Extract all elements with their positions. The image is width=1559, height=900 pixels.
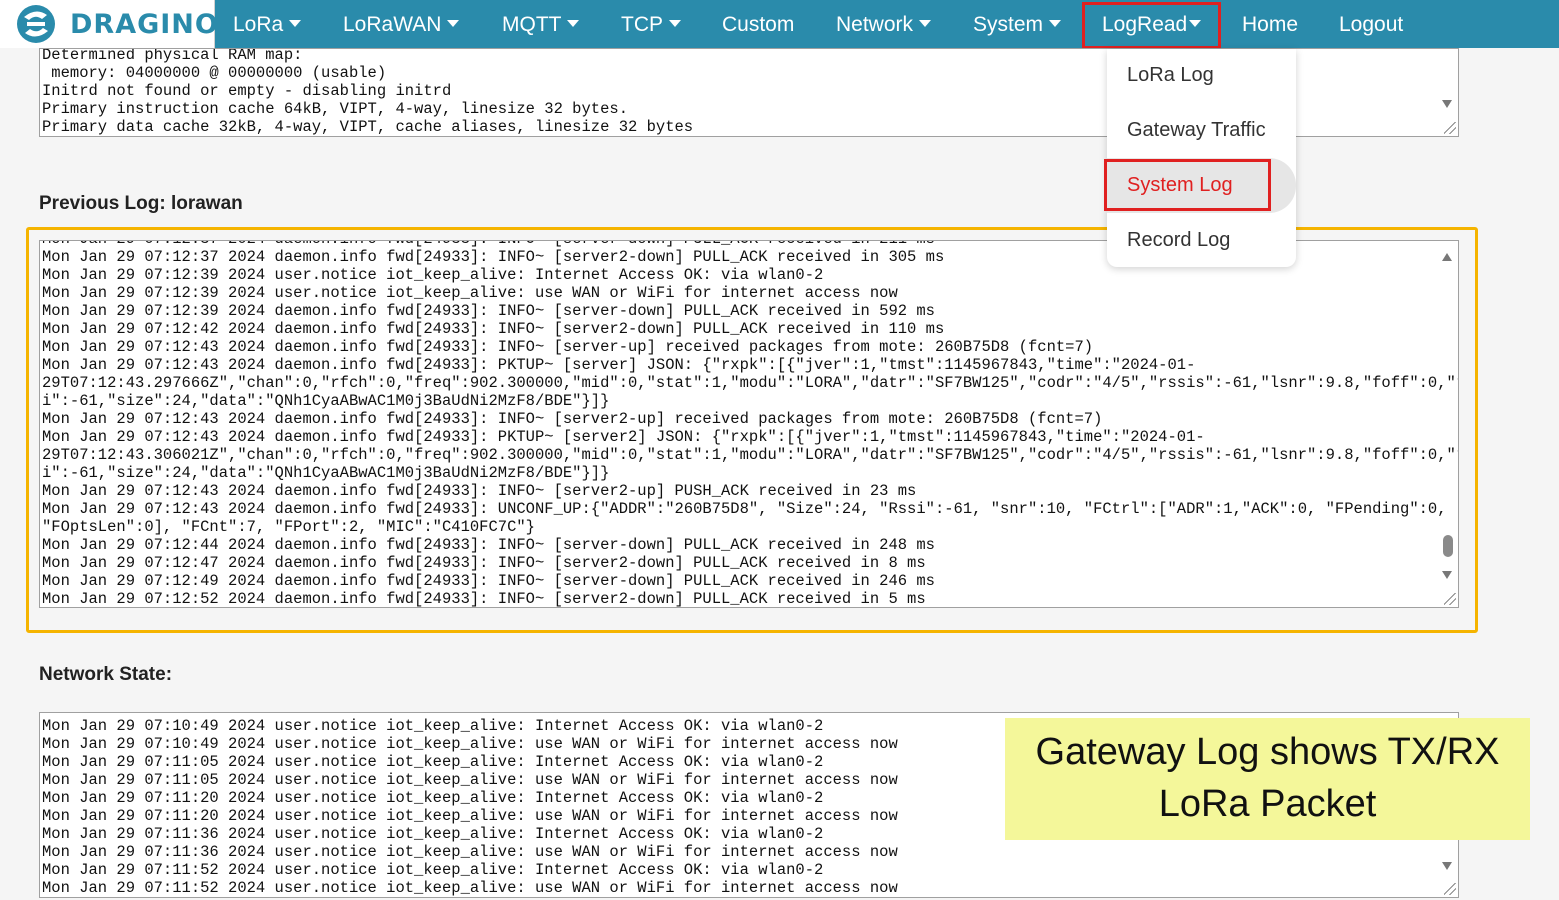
scroll-down-icon[interactable]	[1442, 862, 1452, 870]
log-line: memory: 04000000 @ 00000000 (usable)	[42, 64, 387, 82]
caret-down-icon	[567, 19, 580, 27]
log-line: Mon Jan 29 07:11:36 2024 user.notice iot…	[42, 825, 824, 843]
log-line: Mon Jan 29 07:11:36 2024 user.notice iot…	[42, 843, 898, 861]
nav-mqtt-label: MQTT	[502, 13, 562, 36]
log-line: Mon Jan 29 07:11:05 2024 user.notice iot…	[42, 771, 898, 789]
log-line: Mon Jan 29 07:11:52 2024 user.notice iot…	[42, 879, 898, 897]
nav-tcp-label: TCP	[621, 13, 663, 36]
network-state-lines: Mon Jan 29 07:10:49 2024 user.notice iot…	[42, 717, 898, 897]
log-line: Mon Jan 29 07:11:52 2024 user.notice iot…	[42, 861, 824, 879]
boot-log-lines: Determined physical RAM map: memory: 040…	[42, 48, 694, 136]
nav-home[interactable]: Home	[1242, 0, 1298, 48]
log-line: Mon Jan 29 07:10:49 2024 user.notice iot…	[42, 717, 824, 735]
caret-down-icon	[919, 19, 932, 27]
nav-system-label: System	[973, 13, 1044, 36]
log-line: Mon Jan 29 07:11:05 2024 user.notice iot…	[42, 753, 824, 771]
caret-down-icon	[447, 19, 460, 27]
top-navbar: DRAGINO LoRa LoRaWAN MQTT TCP Custom Net…	[0, 0, 1559, 48]
annotation-callout: Gateway Log shows TX/RX LoRa Packet	[1005, 718, 1530, 840]
caret-down-icon	[1049, 19, 1062, 27]
resize-grip-icon[interactable]	[1444, 122, 1456, 134]
nav-custom-label: Custom	[722, 13, 795, 36]
nav-tcp[interactable]: TCP	[621, 0, 681, 48]
menu-item-lora-log[interactable]: LoRa Log	[1127, 64, 1214, 87]
system-log-highlight-box	[1104, 159, 1271, 211]
callout-line-2: LoRa Packet	[1158, 783, 1377, 825]
nav-custom[interactable]: Custom	[722, 0, 794, 48]
nav-logout[interactable]: Logout	[1339, 0, 1403, 48]
nav-lorawan[interactable]: LoRaWAN	[343, 0, 460, 48]
nav-lora[interactable]: LoRa	[233, 0, 302, 48]
nav-network-label: Network	[836, 13, 914, 36]
log-line: Determined physical RAM map:	[42, 48, 303, 64]
lorawan-log-title: Previous Log: lorawan	[39, 193, 243, 214]
nav-network[interactable]: Network	[836, 0, 932, 48]
resize-grip-icon[interactable]	[1444, 883, 1456, 895]
nav-lorawan-label: LoRaWAN	[343, 13, 442, 36]
scroll-down-icon[interactable]	[1442, 100, 1452, 108]
log-line: Mon Jan 29 07:10:49 2024 user.notice iot…	[42, 735, 898, 753]
caret-down-icon	[669, 19, 681, 27]
log-line: Mon Jan 29 07:11:20 2024 user.notice iot…	[42, 789, 824, 807]
log-line: Initrd not found or empty - disabling in…	[42, 82, 452, 100]
nav-logout-label: Logout	[1339, 13, 1404, 36]
lorawan-log-focus-frame	[26, 227, 1478, 633]
logread-highlight-box	[1082, 2, 1221, 49]
dragino-logo-icon	[17, 5, 55, 43]
nav-home-label: Home	[1242, 13, 1299, 36]
log-line: Primary data cache 32kB, 4-way, VIPT, ca…	[42, 118, 694, 136]
log-line: Mon Jan 29 07:11:20 2024 user.notice iot…	[42, 807, 898, 825]
brand-name: DRAGINO	[70, 9, 219, 40]
menu-item-gateway-traffic[interactable]: Gateway Traffic	[1127, 119, 1266, 142]
logread-dropdown-menu: LoRa Log Gateway Traffic System Log Reco…	[1104, 49, 1296, 267]
nav-lora-label: LoRa	[233, 13, 284, 36]
nav-mqtt[interactable]: MQTT	[502, 0, 580, 48]
network-state-title: Network State:	[39, 664, 173, 685]
brand-logo[interactable]: DRAGINO	[0, 0, 218, 48]
nav-system[interactable]: System	[973, 0, 1062, 48]
callout-line-1: Gateway Log shows TX/RX	[1035, 731, 1500, 773]
log-line: Primary instruction cache 64kB, VIPT, 4-…	[42, 100, 628, 118]
menu-item-record-log[interactable]: Record Log	[1127, 229, 1230, 252]
caret-down-icon	[289, 19, 302, 27]
